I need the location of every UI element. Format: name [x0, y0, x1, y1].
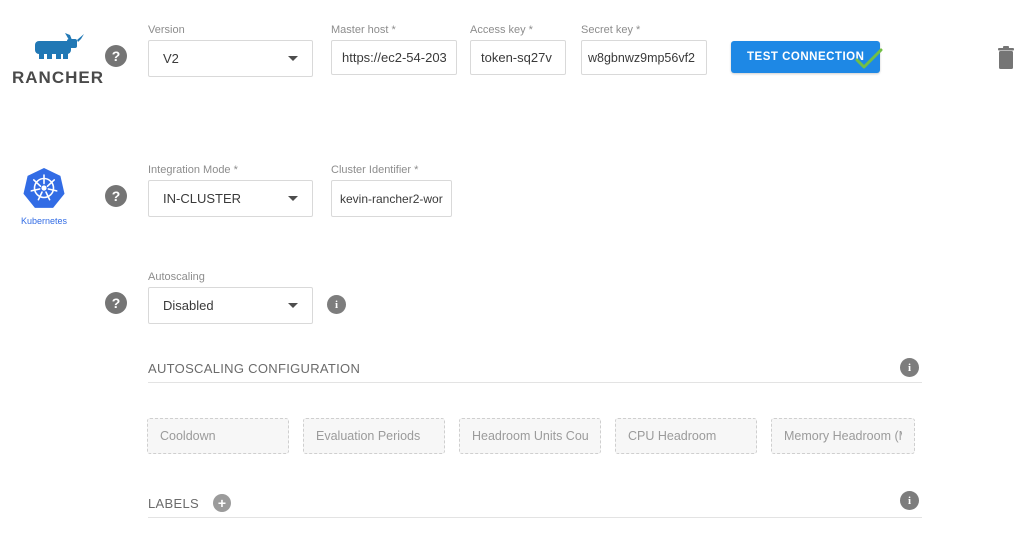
chevron-down-icon [288, 303, 298, 308]
access-key-label: Access key * [470, 24, 566, 36]
autoscaling-configuration-info-icon[interactable]: i [900, 358, 919, 377]
cluster-identifier-field-group: Cluster Identifier * [331, 164, 452, 217]
master-host-field-group: Master host * [331, 24, 457, 75]
memory-headroom-input [771, 418, 915, 454]
version-select[interactable]: V2 [148, 40, 313, 77]
integration-mode-value: IN-CLUSTER [163, 191, 280, 206]
add-label-button[interactable]: + [213, 494, 231, 512]
integration-mode-field-group: Integration Mode * IN-CLUSTER [148, 164, 313, 217]
connection-success-check-icon [855, 48, 883, 70]
autoscaling-info-icon[interactable]: i [327, 295, 346, 314]
kubernetes-logo-label: Kubernetes [18, 216, 70, 226]
master-host-label: Master host * [331, 24, 457, 36]
version-label: Version [148, 24, 313, 36]
autoscaling-configuration-divider [148, 382, 922, 383]
headroom-units-count-input [459, 418, 601, 454]
version-field-group: Version V2 [148, 24, 313, 77]
rancher-logo: RANCHER [12, 33, 104, 88]
labels-info-icon[interactable]: i [900, 491, 919, 510]
kubernetes-helm-icon [22, 168, 66, 210]
access-key-input[interactable] [470, 40, 566, 75]
autoscaling-configuration-title: AUTOSCALING CONFIGURATION [148, 361, 360, 376]
cooldown-input [147, 418, 289, 454]
delete-trash-icon[interactable] [997, 46, 1015, 70]
evaluation-periods-input [303, 418, 445, 454]
integration-mode-label: Integration Mode * [148, 164, 313, 176]
secret-key-input[interactable] [581, 40, 707, 75]
cpu-headroom-input [615, 418, 757, 454]
autoscaling-label: Autoscaling [148, 271, 313, 283]
kubernetes-help-icon[interactable]: ? [105, 185, 127, 207]
integration-mode-select[interactable]: IN-CLUSTER [148, 180, 313, 217]
version-value: V2 [163, 51, 280, 66]
autoscaling-value: Disabled [163, 298, 280, 313]
master-host-input[interactable] [331, 40, 457, 75]
access-key-field-group: Access key * [470, 24, 566, 75]
autoscaling-select[interactable]: Disabled [148, 287, 313, 324]
autoscaling-help-icon[interactable]: ? [105, 292, 127, 314]
rancher-help-icon[interactable]: ? [105, 45, 127, 67]
spotinst-cluster-integration-form: RANCHER ? Version V2 Master host * Acces… [0, 0, 1024, 550]
labels-divider [148, 517, 922, 518]
secret-key-field-group: Secret key * [581, 24, 707, 75]
labels-title: LABELS [148, 496, 199, 511]
rancher-wordmark: RANCHER [12, 68, 104, 88]
secret-key-label: Secret key * [581, 24, 707, 36]
autoscaling-field-group: Autoscaling Disabled [148, 271, 313, 324]
chevron-down-icon [288, 196, 298, 201]
kubernetes-logo: Kubernetes [18, 168, 70, 226]
cluster-identifier-input[interactable] [331, 180, 452, 217]
rancher-bull-icon [31, 33, 85, 61]
chevron-down-icon [288, 56, 298, 61]
cluster-identifier-label: Cluster Identifier * [331, 164, 452, 176]
